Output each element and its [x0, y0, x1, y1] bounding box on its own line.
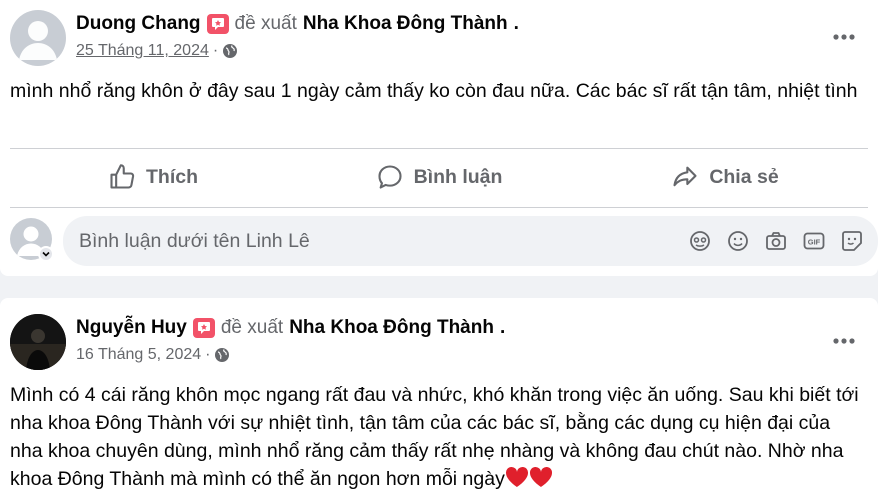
author-name[interactable]: Duong Chang	[76, 13, 201, 35]
default-avatar-icon	[19, 21, 57, 60]
red-heart-icon	[529, 466, 552, 487]
divider	[10, 207, 868, 208]
gif-icon[interactable]: GIF	[802, 229, 826, 253]
page-name[interactable]: Nha Khoa Đông Thành	[289, 317, 494, 339]
separator-dot: ·	[205, 346, 211, 363]
recommend-verb: đề xuất	[220, 317, 284, 338]
more-options-icon[interactable]	[832, 28, 856, 46]
post-actions: Thích Bình luận Chia sẻ	[10, 152, 868, 202]
comment-input[interactable]	[79, 216, 619, 266]
like-button[interactable]: Thích	[10, 152, 296, 202]
post-text: Mình có 4 cái răng khôn mọc ngang rất đa…	[10, 384, 859, 490]
profile-photo-icon	[10, 314, 66, 370]
share-label: Chia sẻ	[709, 165, 779, 188]
page-name[interactable]: Nha Khoa Đông Thành	[303, 13, 508, 35]
post-date[interactable]: 25 Tháng 11, 2024	[76, 42, 209, 60]
thumbs-up-icon	[110, 164, 135, 189]
like-label: Thích	[146, 165, 198, 188]
post-card-1: Duong Chang đề xuất Nha Khoa Đông Thành.…	[0, 0, 878, 276]
avatar-sticker-icon[interactable]	[688, 229, 712, 253]
red-heart-icon	[505, 466, 528, 487]
sticker-icon[interactable]	[840, 229, 864, 253]
recommend-verb: đề xuất	[234, 13, 297, 34]
author-name[interactable]: Nguyễn Huy	[76, 317, 187, 339]
comment-box: GIF	[63, 216, 878, 266]
more-options-icon[interactable]	[832, 332, 856, 350]
globe-icon	[215, 348, 230, 362]
share-button[interactable]: Chia sẻ	[582, 152, 868, 202]
recommend-badge-icon	[206, 14, 229, 34]
comment-composer: GIF	[10, 216, 878, 266]
emoji-icon[interactable]	[726, 229, 750, 253]
post-header: Nguyễn Huy đề xuất Nha Khoa Đông Thành. …	[10, 314, 870, 374]
divider	[10, 148, 868, 149]
avatar[interactable]	[10, 314, 66, 370]
camera-icon[interactable]	[764, 229, 788, 253]
chevron-down-icon[interactable]	[38, 246, 54, 262]
comment-bubble-icon	[378, 165, 402, 189]
globe-icon	[223, 44, 238, 58]
comment-button[interactable]: Bình luận	[296, 152, 582, 202]
avatar[interactable]	[10, 10, 66, 66]
share-arrow-icon	[673, 166, 697, 187]
post-text: mình nhổ răng khôn ở đây sau 1 ngày cảm …	[10, 80, 858, 102]
post-date[interactable]: 16 Tháng 5, 2024	[76, 346, 201, 364]
recommend-badge-icon	[192, 318, 215, 338]
svg-text:GIF: GIF	[808, 238, 821, 247]
post-header: Duong Chang đề xuất Nha Khoa Đông Thành.…	[10, 10, 870, 70]
separator-dot: ·	[212, 42, 219, 59]
comment-label: Bình luận	[413, 165, 503, 188]
